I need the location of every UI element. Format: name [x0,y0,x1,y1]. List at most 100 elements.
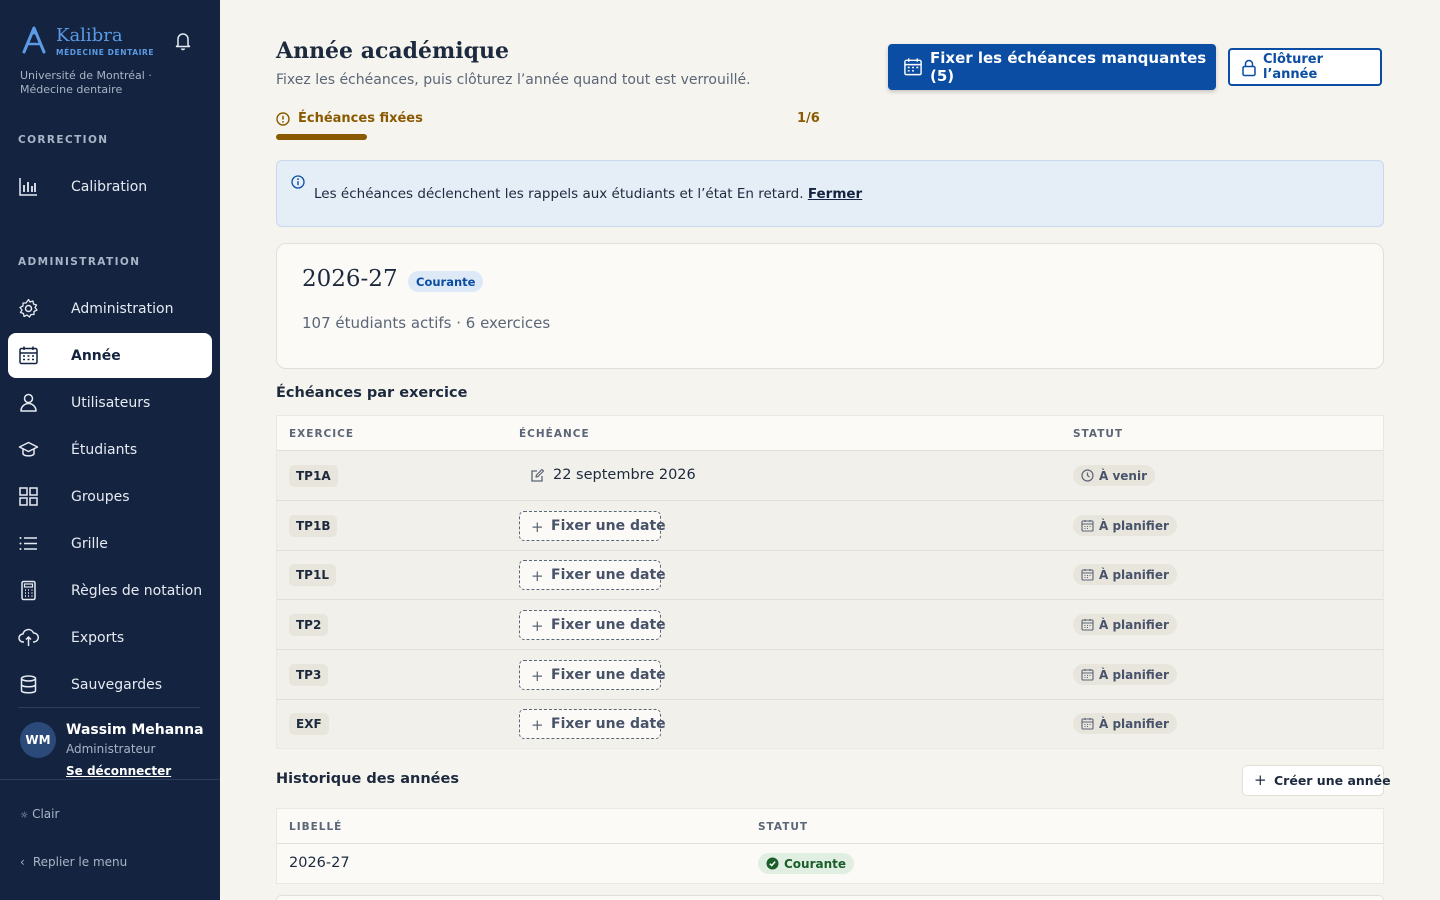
institution-label: Université de Montréal · Médecine dentai… [20,69,152,96]
user-name: Wassim Mehanna [66,722,204,738]
status-text: À planifier [1099,716,1169,731]
sidebar-item-label: Utilisateurs [71,394,151,411]
bell-icon[interactable] [174,31,192,51]
sidebar-item-label: Exports [71,629,125,646]
button-label: Fixer une date [551,518,666,534]
exercise-code: TP1A [289,465,338,487]
dismiss-info-link[interactable]: Fermer [808,186,862,202]
deadline-date-text: 22 septembre 2026 [553,467,696,483]
page-title: Année académique [276,38,510,64]
button-label: Fixer une date [551,617,666,633]
deadlines-table: EXERCICE ÉCHÉANCE STATUT TP1A 22 septemb… [276,415,1384,749]
status-text: À planifier [1099,667,1169,682]
set-date-button[interactable]: + Fixer une date [519,511,666,541]
button-label: Fixer une date [551,567,666,583]
calendar-icon [1081,619,1094,631]
table-row: TP2 + Fixer une date À planifier [277,600,1383,650]
sidebar: Kalibra MÉDECINE DENTAIRE Université de … [0,0,220,900]
calendar-icon [19,346,38,365]
check-circle-icon [766,857,779,870]
set-date-button[interactable]: + Fixer une date [519,560,666,590]
calendar-icon [1081,718,1094,730]
sun-icon: ☼ [20,811,29,821]
history-table: LIBELLÉ STATUT 2026-27 Courante [276,808,1384,884]
table-row: EXF + Fixer une date À planifier [277,700,1383,749]
exercise-code: TP1B [289,515,338,537]
sidebar-item-label: Étudiants [71,441,138,458]
sidebar-item-sauvegardes[interactable]: Sauvegardes [8,662,212,707]
table-row[interactable]: 2026-27 Courante [277,844,1383,884]
deadline-date[interactable]: 22 septembre 2026 [530,467,696,483]
logout-link[interactable]: Se déconnecter [66,764,171,778]
sidebar-item-grille[interactable]: Grille [8,521,212,566]
status-badge: À planifier [1073,664,1177,685]
sidebar-item-label: Groupes [71,488,130,505]
column-header-status: STATUT [758,821,809,833]
table-header: LIBELLÉ STATUT [277,809,1383,844]
sidebar-item-exports[interactable]: Exports [8,615,212,660]
column-header-status: STATUT [1073,428,1124,440]
button-label: Fixer une date [551,716,666,732]
column-header-label: LIBELLÉ [289,821,343,833]
list-icon [19,537,37,550]
database-icon [20,675,37,694]
plus-icon: + [531,667,544,685]
status-text: À planifier [1099,567,1169,582]
status-text: À planifier [1099,518,1169,533]
calendar-icon [904,58,922,76]
sidebar-item-calibration[interactable]: Calibration [8,164,212,209]
set-date-button[interactable]: + Fixer une date [519,610,666,640]
fix-missing-deadlines-button[interactable]: Fixer les échéances manquantes (5) [888,44,1216,90]
status-badge: Courante [758,853,855,874]
sidebar-item-annee[interactable]: Année [8,333,212,378]
kalibra-logo-icon [22,26,46,54]
exercise-code: TP3 [289,664,329,686]
lock-icon [1242,59,1256,77]
page-subtitle: Fixez les échéances, puis clôturez l’ann… [276,72,751,88]
info-icon [291,175,305,189]
set-date-button[interactable]: + Fixer une date [519,660,666,690]
sidebar-item-groupes[interactable]: Groupes [8,474,212,519]
theme-label: Clair [32,807,60,821]
collapse-label: Replier le menu [32,855,128,869]
create-year-button[interactable]: + Créer une année [1242,765,1391,796]
deadlines-section-title: Échéances par exercice [276,385,468,401]
status-badge: À planifier [1073,713,1177,734]
sidebar-item-utilisateurs[interactable]: Utilisateurs [8,380,212,425]
info-message: Les échéances déclenchent les rappels au… [314,186,804,202]
status-text: Courante [784,856,847,871]
status-badge: À planifier [1073,614,1177,635]
user-icon [20,393,37,412]
table-row: TP3 + Fixer une date À planifier [277,650,1383,700]
sidebar-item-regles-de-notation[interactable]: Règles de notation [8,568,212,613]
brand-subtitle: MÉDECINE DENTAIRE [56,48,155,57]
status-badge: À planifier [1073,515,1177,536]
sidebar-item-etudiants[interactable]: Étudiants [8,427,212,472]
exercise-code: TP1L [289,564,336,586]
gear-icon [19,298,38,318]
calculator-icon [21,580,36,601]
sidebar-item-administration[interactable]: Administration [8,286,212,331]
status-badge: À venir [1073,465,1155,486]
theme-toggle[interactable]: ☼ Clair [20,807,59,821]
plus-icon: + [531,567,544,585]
edit-icon [531,468,545,482]
set-date-button[interactable]: + Fixer une date [519,709,666,739]
current-year-card: 2026-27 Courante 107 étudiants actifs · … [276,243,1384,369]
brand[interactable]: Kalibra MÉDECINE DENTAIRE [20,26,154,57]
info-text: Les échéances déclenchent les rappels au… [314,186,862,202]
avatar[interactable]: WM [20,722,56,758]
column-header-exercise: EXERCICE [289,428,355,440]
button-label: Clôturer l’année [1263,52,1324,82]
sidebar-item-label: Règles de notation [71,582,203,599]
collapse-menu-button[interactable]: ‹ Replier le menu [20,855,127,869]
status-badge: À planifier [1073,564,1177,585]
table-row: TP1L + Fixer une date À planifier [277,551,1383,600]
table-row: TP1A 22 septembre 2026 À venir [277,451,1383,501]
close-year-button[interactable]: Clôturer l’année [1228,48,1382,86]
table-header: EXERCICE ÉCHÉANCE STATUT [277,416,1383,451]
year-title: 2026-27 [302,266,398,292]
next-card-edge [276,895,1384,900]
year-label: 2026-27 [289,855,350,871]
plus-icon: + [1254,771,1267,789]
